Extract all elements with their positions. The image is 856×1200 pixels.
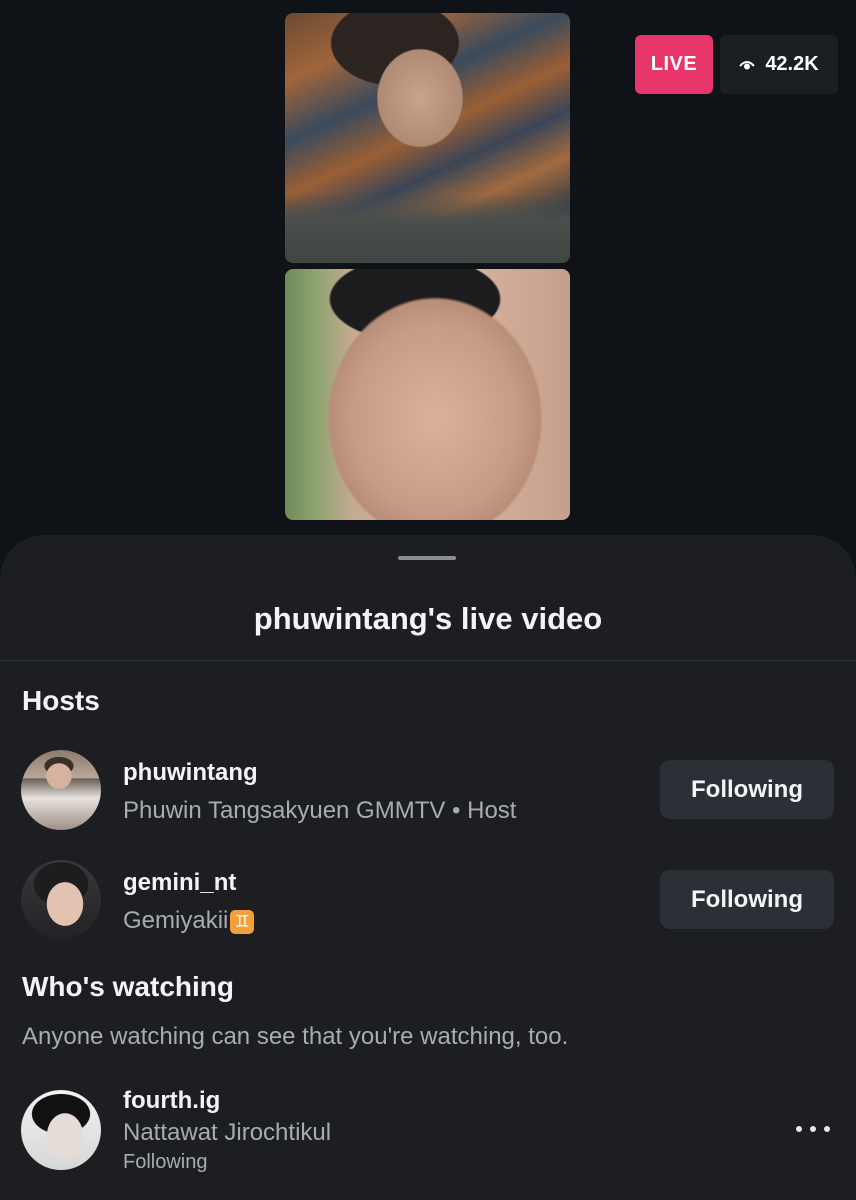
live-badge: LIVE [635, 35, 713, 94]
eye-icon [739, 60, 756, 69]
watching-privacy-note: Anyone watching can see that you're watc… [22, 1023, 569, 1050]
viewer-fullname: Nattawat Jirochtikul [123, 1119, 332, 1146]
host-video-tile-gemini-nt[interactable] [285, 269, 570, 520]
host-row-gemini-nt[interactable]: gemini_nt Gemiyakii ♊ Following [0, 857, 856, 947]
live-info-sheet: phuwintang's live video Hosts phuwintang… [0, 535, 856, 1200]
host-video-tile-phuwintang[interactable] [285, 13, 570, 263]
viewer-count: 42.2K [765, 53, 819, 75]
host-username[interactable]: gemini_nt [123, 869, 236, 897]
host-username[interactable]: phuwintang [123, 759, 258, 787]
sheet-drag-handle[interactable] [398, 556, 456, 560]
sheet-title: phuwintang's live video [253, 601, 603, 636]
host-subtitle: Phuwin Tangsakyuen GMMTV • Host [123, 797, 517, 824]
viewer-follow-status: Following [123, 1151, 208, 1173]
hosts-heading: Hosts [22, 685, 100, 716]
avatar[interactable] [21, 750, 101, 830]
following-button[interactable]: Following [660, 870, 834, 929]
following-button[interactable]: Following [660, 760, 834, 819]
live-badge-label: LIVE [650, 53, 698, 75]
viewer-row-fourth-ig[interactable]: fourth.ig Nattawat Jirochtikul Following [0, 1085, 856, 1175]
host-subtitle: Gemiyakii ♊ [123, 907, 255, 935]
gemini-zodiac-icon: ♊ [230, 909, 255, 934]
whos-watching-heading: Who's watching [22, 971, 234, 1002]
avatar[interactable] [21, 860, 101, 940]
viewer-count-badge[interactable]: 42.2K [720, 35, 838, 94]
more-options-icon[interactable] [796, 1119, 830, 1139]
host-subtitle-text: Gemiyakii [123, 907, 229, 934]
live-video-area[interactable]: LIVE 42.2K [0, 0, 856, 540]
avatar[interactable] [21, 1090, 101, 1170]
viewer-username[interactable]: fourth.ig [123, 1087, 220, 1115]
divider [0, 660, 856, 661]
host-row-phuwintang[interactable]: phuwintang Phuwin Tangsakyuen GMMTV • Ho… [0, 747, 856, 837]
